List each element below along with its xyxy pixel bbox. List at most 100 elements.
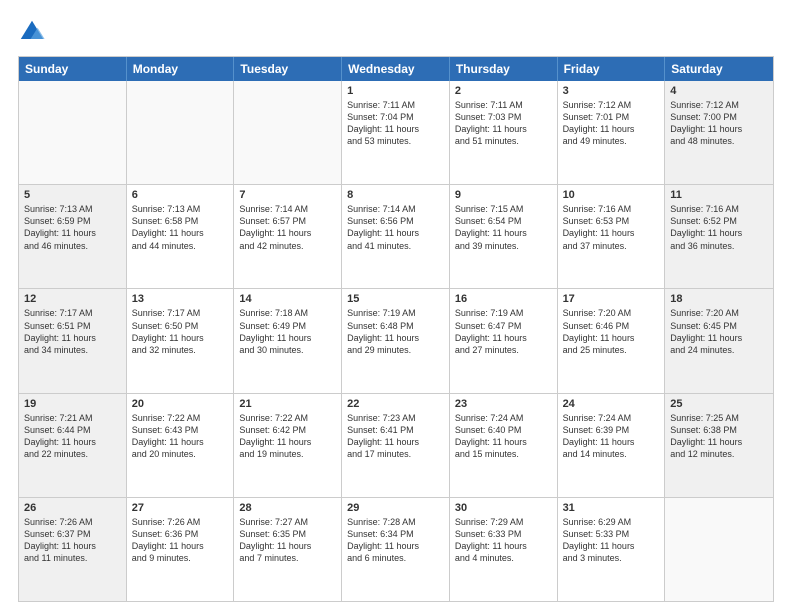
calendar-cell-7: 7Sunrise: 7:14 AM Sunset: 6:57 PM Daylig… — [234, 185, 342, 288]
calendar-cell-empty-0-2 — [234, 81, 342, 184]
calendar-cell-20: 20 Sunrise: 7:22 AM Sunset: 6:43 PM Dayli… — [127, 394, 235, 497]
cell-info: Sunrise: 7:29 AM Sunset: 6:33 PM Dayligh… — [455, 516, 552, 565]
day-number: 23 — [455, 398, 552, 410]
calendar-cell-11: 11Sunrise: 7:16 AM Sunset: 6:52 PM Dayli… — [665, 185, 773, 288]
calendar-cell-16: 16 Sunrise: 7:19 AM Sunset: 6:47 PM Dayli… — [450, 289, 558, 392]
page: SundayMondayTuesdayWednesdayThursdayFrid… — [0, 0, 792, 612]
cell-info: Sunrise: 7:12 AM Sunset: 7:00 PM Dayligh… — [670, 99, 768, 148]
cell-info: Sunrise: 7:17 AM Sunset: 6:50 PM Dayligh… — [132, 307, 229, 356]
calendar-cell-3: 3Sunrise: 7:12 AM Sunset: 7:01 PM Daylig… — [558, 81, 666, 184]
day-number: 5 — [24, 189, 121, 201]
calendar-cell-27: 27 Sunrise: 7:26 AM Sunset: 6:36 PM Dayli… — [127, 498, 235, 601]
calendar-cell-28: 28 Sunrise: 7:27 AM Sunset: 6:35 PM Dayli… — [234, 498, 342, 601]
calendar-header: SundayMondayTuesdayWednesdayThursdayFrid… — [19, 57, 773, 81]
cell-info: Sunrise: 7:19 AM Sunset: 6:48 PM Dayligh… — [347, 307, 444, 356]
day-number: 20 — [132, 398, 229, 410]
cell-info: Sunrise: 7:17 AM Sunset: 6:51 PM Dayligh… — [24, 307, 121, 356]
calendar-cell-empty-0-1 — [127, 81, 235, 184]
day-number: 26 — [24, 502, 121, 514]
calendar-row-4: 26 Sunrise: 7:26 AM Sunset: 6:37 PM Dayli… — [19, 497, 773, 601]
calendar-cell-6: 6 Sunrise: 7:13 AM Sunset: 6:58 PM Daylig… — [127, 185, 235, 288]
day-number: 13 — [132, 293, 229, 305]
cell-info: Sunrise: 7:11 AM Sunset: 7:03 PM Dayligh… — [455, 99, 552, 148]
calendar-cell-23: 23Sunrise: 7:24 AM Sunset: 6:40 PM Dayli… — [450, 394, 558, 497]
calendar-cell-31: 31Sunrise: 6:29 AM Sunset: 5:33 PM Dayli… — [558, 498, 666, 601]
calendar-cell-2: 2 Sunrise: 7:11 AM Sunset: 7:03 PM Daylig… — [450, 81, 558, 184]
header-day-wednesday: Wednesday — [342, 57, 450, 81]
day-number: 6 — [132, 189, 229, 201]
calendar-row-1: 5 Sunrise: 7:13 AM Sunset: 6:59 PM Daylig… — [19, 184, 773, 288]
calendar-row-0: 1 Sunrise: 7:11 AM Sunset: 7:04 PM Daylig… — [19, 81, 773, 184]
header-day-tuesday: Tuesday — [234, 57, 342, 81]
calendar: SundayMondayTuesdayWednesdayThursdayFrid… — [18, 56, 774, 602]
calendar-cell-12: 12 Sunrise: 7:17 AM Sunset: 6:51 PM Dayli… — [19, 289, 127, 392]
header-day-saturday: Saturday — [665, 57, 773, 81]
cell-info: Sunrise: 7:13 AM Sunset: 6:59 PM Dayligh… — [24, 203, 121, 252]
day-number: 24 — [563, 398, 660, 410]
calendar-cell-15: 15 Sunrise: 7:19 AM Sunset: 6:48 PM Dayli… — [342, 289, 450, 392]
calendar-row-2: 12 Sunrise: 7:17 AM Sunset: 6:51 PM Dayli… — [19, 288, 773, 392]
cell-info: Sunrise: 7:20 AM Sunset: 6:46 PM Dayligh… — [563, 307, 660, 356]
calendar-cell-empty-0-0 — [19, 81, 127, 184]
header — [18, 18, 774, 46]
day-number: 15 — [347, 293, 444, 305]
calendar-cell-8: 8 Sunrise: 7:14 AM Sunset: 6:56 PM Daylig… — [342, 185, 450, 288]
day-number: 19 — [24, 398, 121, 410]
calendar-cell-22: 22Sunrise: 7:23 AM Sunset: 6:41 PM Dayli… — [342, 394, 450, 497]
day-number: 27 — [132, 502, 229, 514]
calendar-row-3: 19Sunrise: 7:21 AM Sunset: 6:44 PM Dayli… — [19, 393, 773, 497]
calendar-cell-13: 13 Sunrise: 7:17 AM Sunset: 6:50 PM Dayli… — [127, 289, 235, 392]
calendar-cell-14: 14 Sunrise: 7:18 AM Sunset: 6:49 PM Dayli… — [234, 289, 342, 392]
cell-info: Sunrise: 7:23 AM Sunset: 6:41 PM Dayligh… — [347, 412, 444, 461]
calendar-cell-empty-4-6 — [665, 498, 773, 601]
cell-info: Sunrise: 7:26 AM Sunset: 6:37 PM Dayligh… — [24, 516, 121, 565]
cell-info: Sunrise: 7:24 AM Sunset: 6:39 PM Dayligh… — [563, 412, 660, 461]
day-number: 17 — [563, 293, 660, 305]
cell-info: Sunrise: 7:18 AM Sunset: 6:49 PM Dayligh… — [239, 307, 336, 356]
calendar-cell-25: 25 Sunrise: 7:25 AM Sunset: 6:38 PM Dayli… — [665, 394, 773, 497]
header-day-monday: Monday — [127, 57, 235, 81]
cell-info: Sunrise: 6:29 AM Sunset: 5:33 PM Dayligh… — [563, 516, 660, 565]
cell-info: Sunrise: 7:14 AM Sunset: 6:56 PM Dayligh… — [347, 203, 444, 252]
day-number: 2 — [455, 85, 552, 97]
day-number: 14 — [239, 293, 336, 305]
cell-info: Sunrise: 7:25 AM Sunset: 6:38 PM Dayligh… — [670, 412, 768, 461]
day-number: 10 — [563, 189, 660, 201]
cell-info: Sunrise: 7:20 AM Sunset: 6:45 PM Dayligh… — [670, 307, 768, 356]
calendar-cell-4: 4 Sunrise: 7:12 AM Sunset: 7:00 PM Daylig… — [665, 81, 773, 184]
day-number: 29 — [347, 502, 444, 514]
calendar-cell-1: 1 Sunrise: 7:11 AM Sunset: 7:04 PM Daylig… — [342, 81, 450, 184]
logo-icon — [18, 18, 46, 46]
header-day-friday: Friday — [558, 57, 666, 81]
cell-info: Sunrise: 7:22 AM Sunset: 6:42 PM Dayligh… — [239, 412, 336, 461]
calendar-cell-5: 5 Sunrise: 7:13 AM Sunset: 6:59 PM Daylig… — [19, 185, 127, 288]
calendar-cell-18: 18 Sunrise: 7:20 AM Sunset: 6:45 PM Dayli… — [665, 289, 773, 392]
day-number: 18 — [670, 293, 768, 305]
cell-info: Sunrise: 7:11 AM Sunset: 7:04 PM Dayligh… — [347, 99, 444, 148]
cell-info: Sunrise: 7:13 AM Sunset: 6:58 PM Dayligh… — [132, 203, 229, 252]
day-number: 4 — [670, 85, 768, 97]
cell-info: Sunrise: 7:22 AM Sunset: 6:43 PM Dayligh… — [132, 412, 229, 461]
calendar-cell-9: 9 Sunrise: 7:15 AM Sunset: 6:54 PM Daylig… — [450, 185, 558, 288]
calendar-cell-10: 10 Sunrise: 7:16 AM Sunset: 6:53 PM Dayli… — [558, 185, 666, 288]
cell-info: Sunrise: 7:16 AM Sunset: 6:53 PM Dayligh… — [563, 203, 660, 252]
calendar-cell-24: 24 Sunrise: 7:24 AM Sunset: 6:39 PM Dayli… — [558, 394, 666, 497]
day-number: 9 — [455, 189, 552, 201]
day-number: 8 — [347, 189, 444, 201]
day-number: 7 — [239, 189, 336, 201]
day-number: 16 — [455, 293, 552, 305]
header-day-thursday: Thursday — [450, 57, 558, 81]
day-number: 25 — [670, 398, 768, 410]
cell-info: Sunrise: 7:16 AM Sunset: 6:52 PM Dayligh… — [670, 203, 768, 252]
cell-info: Sunrise: 7:19 AM Sunset: 6:47 PM Dayligh… — [455, 307, 552, 356]
calendar-cell-21: 21Sunrise: 7:22 AM Sunset: 6:42 PM Dayli… — [234, 394, 342, 497]
cell-info: Sunrise: 7:27 AM Sunset: 6:35 PM Dayligh… — [239, 516, 336, 565]
calendar-body: 1 Sunrise: 7:11 AM Sunset: 7:04 PM Daylig… — [19, 81, 773, 601]
day-number: 28 — [239, 502, 336, 514]
day-number: 1 — [347, 85, 444, 97]
cell-info: Sunrise: 7:26 AM Sunset: 6:36 PM Dayligh… — [132, 516, 229, 565]
day-number: 3 — [563, 85, 660, 97]
cell-info: Sunrise: 7:15 AM Sunset: 6:54 PM Dayligh… — [455, 203, 552, 252]
day-number: 12 — [24, 293, 121, 305]
calendar-cell-29: 29Sunrise: 7:28 AM Sunset: 6:34 PM Dayli… — [342, 498, 450, 601]
